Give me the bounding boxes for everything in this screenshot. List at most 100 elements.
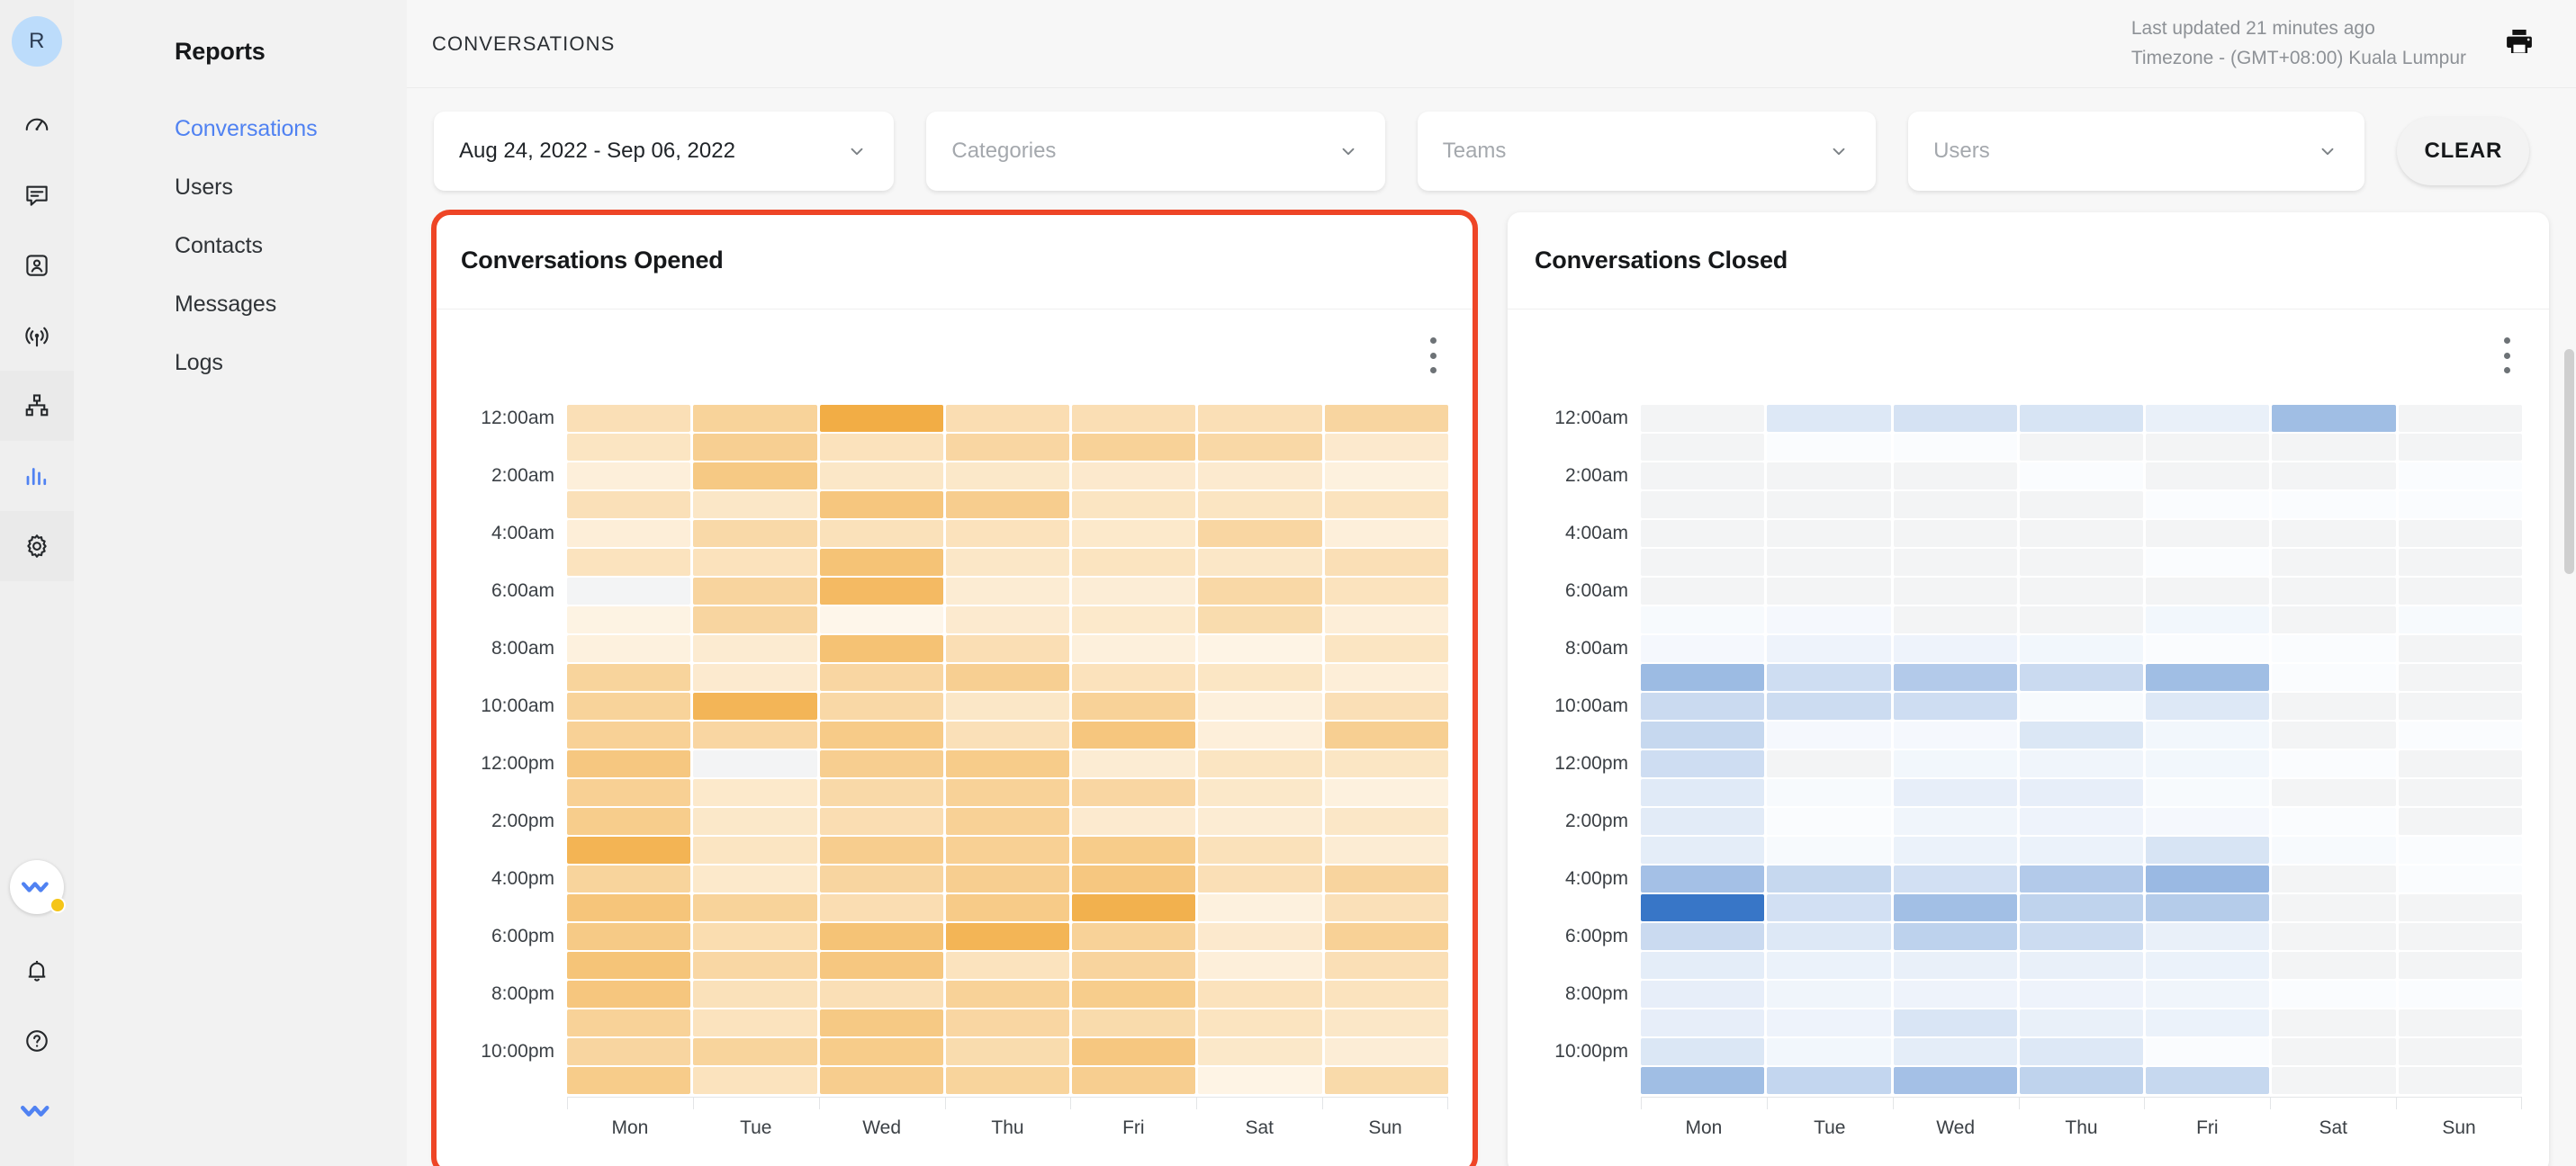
- heatmap-cell[interactable]: [1893, 491, 2017, 518]
- heatmap-cell[interactable]: [819, 952, 943, 979]
- heatmap-cell[interactable]: [2272, 722, 2396, 749]
- heatmap-cell[interactable]: [2146, 1038, 2270, 1065]
- heatmap-cell[interactable]: [1324, 1067, 1448, 1094]
- heatmap-cell[interactable]: [1198, 693, 1322, 720]
- heatmap-cell[interactable]: [819, 1067, 943, 1094]
- heatmap-cell[interactable]: [2272, 981, 2396, 1008]
- heatmap-cell[interactable]: [1767, 808, 1891, 835]
- heatmap-cell[interactable]: [2146, 606, 2270, 633]
- heatmap-cell[interactable]: [2146, 1009, 2270, 1036]
- printer-icon[interactable]: [2504, 26, 2535, 61]
- heatmap-cell[interactable]: [945, 405, 1070, 432]
- heatmap-cell[interactable]: [693, 462, 817, 489]
- heatmap-cell[interactable]: [1767, 520, 1891, 547]
- heatmap-cell[interactable]: [567, 808, 691, 835]
- heatmap-cell[interactable]: [693, 1009, 817, 1036]
- heatmap-cell[interactable]: [2272, 1009, 2396, 1036]
- heatmap-cell[interactable]: [2019, 1009, 2144, 1036]
- heatmap-cell[interactable]: [1324, 750, 1448, 777]
- heatmap-cell[interactable]: [1198, 462, 1322, 489]
- heatmap-cell[interactable]: [1641, 866, 1765, 892]
- heatmap-cell[interactable]: [2272, 606, 2396, 633]
- heatmap-cell[interactable]: [2146, 635, 2270, 662]
- heatmap-cell[interactable]: [2272, 434, 2396, 461]
- heatmap-cell[interactable]: [819, 606, 943, 633]
- heatmap-cell[interactable]: [1072, 405, 1196, 432]
- heatmap-cell[interactable]: [2398, 894, 2522, 921]
- heatmap-cell[interactable]: [2019, 635, 2144, 662]
- heatmap-cell[interactable]: [1767, 664, 1891, 691]
- heatmap-cell[interactable]: [567, 952, 691, 979]
- heatmap-cell[interactable]: [1072, 923, 1196, 950]
- heatmap-cell[interactable]: [1893, 693, 2017, 720]
- heatmap-cell[interactable]: [2398, 491, 2522, 518]
- heatmap-cell[interactable]: [945, 693, 1070, 720]
- heatmap-cell[interactable]: [1324, 462, 1448, 489]
- heatmap-cell[interactable]: [1767, 462, 1891, 489]
- heatmap-cell[interactable]: [567, 722, 691, 749]
- heatmap-cell[interactable]: [693, 779, 817, 806]
- heatmap-cell[interactable]: [2272, 1067, 2396, 1094]
- heatmap-cell[interactable]: [2272, 808, 2396, 835]
- heatmap-cell[interactable]: [567, 923, 691, 950]
- sidebar-item-messages[interactable]: Messages: [74, 275, 407, 334]
- heatmap-cell[interactable]: [1324, 635, 1448, 662]
- heatmap-cell[interactable]: [2146, 520, 2270, 547]
- heatmap-cell[interactable]: [2398, 866, 2522, 892]
- heatmap-cell[interactable]: [2398, 549, 2522, 576]
- heatmap-cell[interactable]: [1072, 894, 1196, 921]
- teams-select[interactable]: Teams: [1417, 112, 1877, 191]
- heatmap-cell[interactable]: [1893, 808, 2017, 835]
- heatmap-cell[interactable]: [2019, 722, 2144, 749]
- heatmap-cell[interactable]: [819, 405, 943, 432]
- heatmap-cell[interactable]: [1893, 606, 2017, 633]
- heatmap-cell[interactable]: [1072, 578, 1196, 605]
- heatmap-cell[interactable]: [1893, 664, 2017, 691]
- heatmap-cell[interactable]: [2146, 1067, 2270, 1094]
- users-select[interactable]: Users: [1908, 112, 2365, 191]
- heatmap-cell[interactable]: [2146, 434, 2270, 461]
- heatmap-cell[interactable]: [693, 491, 817, 518]
- heatmap-cell[interactable]: [2272, 491, 2396, 518]
- heatmap-cell[interactable]: [693, 664, 817, 691]
- heatmap-cell[interactable]: [945, 894, 1070, 921]
- heatmap-cell[interactable]: [693, 549, 817, 576]
- heatmap-cell[interactable]: [1641, 434, 1765, 461]
- heatmap-cell[interactable]: [2398, 693, 2522, 720]
- bar-chart-icon[interactable]: [0, 441, 74, 511]
- heatmap-cell[interactable]: [693, 1067, 817, 1094]
- heatmap-cell[interactable]: [2398, 1009, 2522, 1036]
- heatmap-cell[interactable]: [1324, 837, 1448, 864]
- heatmap-cell[interactable]: [1324, 981, 1448, 1008]
- heatmap-cell[interactable]: [2019, 837, 2144, 864]
- heatmap-cell[interactable]: [1072, 981, 1196, 1008]
- heatmap-cell[interactable]: [1893, 462, 2017, 489]
- heatmap-cell[interactable]: [2146, 750, 2270, 777]
- heatmap-cell[interactable]: [1893, 520, 2017, 547]
- heatmap-cell[interactable]: [2146, 722, 2270, 749]
- heatmap-cell[interactable]: [1072, 491, 1196, 518]
- heatmap-cell[interactable]: [1198, 1009, 1322, 1036]
- heatmap-cell[interactable]: [945, 578, 1070, 605]
- heatmap-cell[interactable]: [1767, 837, 1891, 864]
- heatmap-cell[interactable]: [819, 693, 943, 720]
- heatmap-cell[interactable]: [945, 779, 1070, 806]
- heatmap-cell[interactable]: [1893, 1009, 2017, 1036]
- heatmap-cell[interactable]: [2019, 779, 2144, 806]
- heatmap-cell[interactable]: [1641, 1038, 1765, 1065]
- heatmap-cell[interactable]: [1198, 491, 1322, 518]
- heatmap-cell[interactable]: [2398, 808, 2522, 835]
- heatmap-cell[interactable]: [1893, 923, 2017, 950]
- heatmap-cell[interactable]: [1198, 779, 1322, 806]
- heatmap-cell[interactable]: [1767, 635, 1891, 662]
- heatmap-cell[interactable]: [1324, 520, 1448, 547]
- heatmap-cell[interactable]: [1072, 808, 1196, 835]
- heatmap-cell[interactable]: [819, 866, 943, 892]
- clear-filters-button[interactable]: CLEAR: [2397, 117, 2529, 185]
- heatmap-cell[interactable]: [1767, 606, 1891, 633]
- heatmap-cell[interactable]: [2398, 923, 2522, 950]
- heatmap-cell[interactable]: [1198, 635, 1322, 662]
- heatmap-cell[interactable]: [945, 462, 1070, 489]
- heatmap-cell[interactable]: [945, 981, 1070, 1008]
- heatmap-cell[interactable]: [1072, 750, 1196, 777]
